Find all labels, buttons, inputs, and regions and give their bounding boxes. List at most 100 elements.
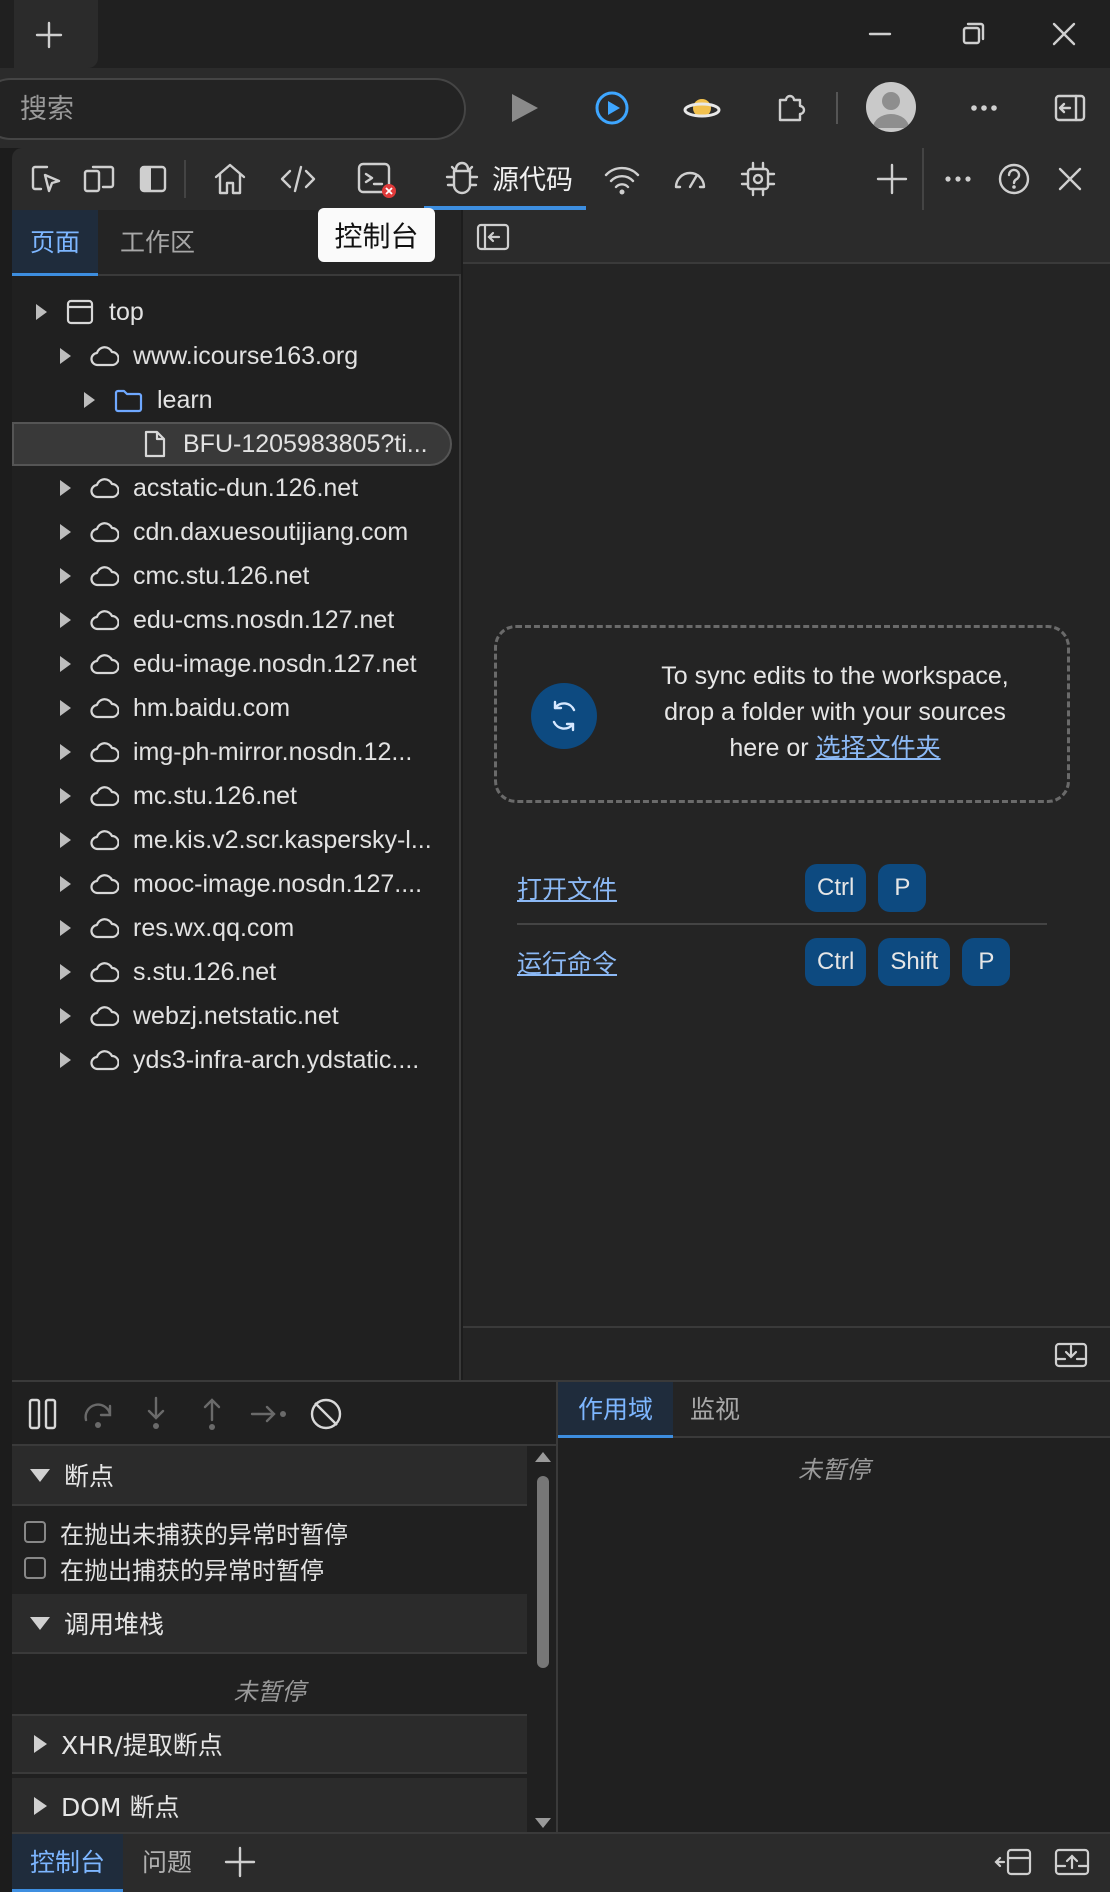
expand-arrow-icon[interactable] bbox=[60, 612, 71, 628]
tab-workspace[interactable]: 工作区 bbox=[102, 210, 213, 276]
step-over-button[interactable] bbox=[80, 1394, 120, 1434]
devtools-menu-button[interactable] bbox=[930, 148, 986, 210]
play-button[interactable] bbox=[502, 86, 546, 130]
pause-caught-option[interactable]: 在抛出捕获的异常时暂停 bbox=[24, 1550, 324, 1586]
cloud-icon bbox=[90, 1006, 119, 1027]
expand-arrow-icon[interactable] bbox=[60, 920, 71, 936]
debugger-scrollbar[interactable] bbox=[530, 1446, 556, 1834]
planet-extension-button[interactable] bbox=[680, 86, 724, 130]
expand-arrow-icon[interactable] bbox=[60, 1052, 71, 1068]
tab-sources[interactable]: 源代码 bbox=[424, 148, 586, 210]
run-command-link[interactable]: 运行命令 bbox=[517, 944, 805, 980]
dom-breakpoints-header[interactable]: DOM 断点 bbox=[12, 1778, 527, 1834]
expand-arrow-icon[interactable] bbox=[60, 480, 71, 496]
step-out-button[interactable] bbox=[192, 1394, 232, 1434]
tree-item[interactable]: img-ph-mirror.nosdn.12... bbox=[12, 730, 461, 774]
tree-item[interactable]: edu-cms.nosdn.127.net bbox=[12, 598, 461, 642]
dock-drawer-button[interactable] bbox=[994, 1844, 1034, 1880]
tab-watch[interactable]: 监视 bbox=[670, 1382, 760, 1438]
tab-welcome[interactable] bbox=[198, 148, 262, 210]
expand-arrow-icon[interactable] bbox=[60, 744, 71, 760]
search-box[interactable] bbox=[0, 78, 466, 140]
breakpoints-section-header[interactable]: 断点 bbox=[12, 1446, 527, 1506]
drawer-tab-issues[interactable]: 问题 bbox=[124, 1834, 210, 1892]
tree-item-selected[interactable]: BFU-1205983805?ti... bbox=[12, 422, 452, 466]
toggle-navigator-button[interactable] bbox=[475, 220, 511, 254]
expand-arrow-icon[interactable] bbox=[60, 964, 71, 980]
add-drawer-tab-button[interactable] bbox=[222, 1844, 258, 1880]
device-emulation-button[interactable] bbox=[74, 148, 124, 210]
xhr-breakpoints-header[interactable]: XHR/提取断点 bbox=[12, 1714, 527, 1774]
tab-elements[interactable] bbox=[266, 148, 330, 210]
pause-uncaught-option[interactable]: 在抛出未捕获的异常时暂停 bbox=[24, 1514, 348, 1550]
tree-item[interactable]: webzj.netstatic.net bbox=[12, 994, 461, 1038]
step-button[interactable] bbox=[248, 1394, 292, 1434]
tab-console[interactable] bbox=[342, 148, 410, 210]
tree-item[interactable]: mooc-image.nosdn.127.... bbox=[12, 862, 461, 906]
expand-arrow-icon[interactable] bbox=[60, 348, 71, 364]
scrollbar-thumb[interactable] bbox=[537, 1476, 549, 1668]
expand-arrow-icon[interactable] bbox=[60, 832, 71, 848]
tree-item[interactable]: cdn.daxuesoutijiang.com bbox=[12, 510, 461, 554]
close-drawer-button[interactable] bbox=[1052, 1844, 1092, 1880]
expand-arrow-icon[interactable] bbox=[60, 788, 71, 804]
search-input[interactable] bbox=[20, 80, 440, 138]
workspace-drop-zone[interactable]: To sync edits to the workspace, drop a f… bbox=[494, 625, 1070, 803]
tree-item[interactable]: www.icourse163.org bbox=[12, 334, 461, 378]
more-menu-button[interactable] bbox=[962, 86, 1006, 130]
shortcut-divider bbox=[517, 923, 1047, 925]
gauge-icon bbox=[674, 171, 706, 189]
step-into-button[interactable] bbox=[136, 1394, 176, 1434]
select-folder-link[interactable]: 选择文件夹 bbox=[816, 733, 941, 762]
drop-line-3-prefix: here or bbox=[729, 734, 816, 762]
tree-item[interactable]: learn bbox=[12, 378, 461, 422]
tree-item[interactable]: s.stu.126.net bbox=[12, 950, 461, 994]
expand-arrow-icon[interactable] bbox=[60, 1008, 71, 1024]
pause-resume-button[interactable] bbox=[24, 1394, 64, 1434]
tab-network[interactable] bbox=[590, 148, 654, 210]
media-extension-button[interactable] bbox=[590, 86, 634, 130]
tree-item-label: edu-image.nosdn.127.net bbox=[133, 649, 417, 678]
tree-item[interactable]: res.wx.qq.com bbox=[12, 906, 461, 950]
drawer-tab-console[interactable]: 控制台 bbox=[12, 1834, 124, 1892]
scope-not-paused: 未暂停 bbox=[798, 1456, 870, 1484]
tree-item[interactable]: mc.stu.126.net bbox=[12, 774, 461, 818]
minimize-button[interactable] bbox=[860, 14, 900, 54]
new-tab-button[interactable] bbox=[14, 0, 98, 68]
tab-memory[interactable] bbox=[726, 148, 790, 210]
save-drawer-button[interactable] bbox=[1053, 1338, 1089, 1372]
expand-arrow-icon[interactable] bbox=[60, 700, 71, 716]
dock-side-button[interactable] bbox=[128, 148, 178, 210]
more-tools-button[interactable] bbox=[860, 148, 924, 210]
profile-avatar-button[interactable] bbox=[866, 82, 916, 132]
editor-area: To sync edits to the workspace, drop a f… bbox=[463, 210, 1110, 1380]
extensions-button[interactable] bbox=[768, 86, 812, 130]
callstack-section-header[interactable]: 调用堆栈 bbox=[12, 1594, 527, 1654]
tab-page[interactable]: 页面 bbox=[12, 210, 99, 276]
expand-arrow-icon[interactable] bbox=[60, 568, 71, 584]
deactivate-breakpoints-button[interactable] bbox=[306, 1394, 346, 1434]
tree-item[interactable]: edu-image.nosdn.127.net bbox=[12, 642, 461, 686]
tree-item[interactable]: top bbox=[12, 290, 461, 334]
expand-arrow-icon[interactable] bbox=[84, 392, 95, 408]
tab-scope[interactable]: 作用域 bbox=[558, 1382, 674, 1438]
inspect-element-button[interactable] bbox=[20, 148, 70, 210]
pause-caught-checkbox[interactable] bbox=[24, 1557, 46, 1579]
restore-button[interactable] bbox=[953, 14, 993, 54]
help-button[interactable] bbox=[986, 148, 1042, 210]
pause-uncaught-checkbox[interactable] bbox=[24, 1521, 46, 1543]
tree-item[interactable]: hm.baidu.com bbox=[12, 686, 461, 730]
open-file-link[interactable]: 打开文件 bbox=[517, 870, 805, 906]
tree-item[interactable]: acstatic-dun.126.net bbox=[12, 466, 461, 510]
tab-performance[interactable] bbox=[658, 148, 722, 210]
expand-arrow-icon[interactable] bbox=[60, 524, 71, 540]
tree-item[interactable]: yds3-infra-arch.ydstatic.... bbox=[12, 1038, 461, 1082]
tree-item[interactable]: me.kis.v2.scr.kaspersky-l... bbox=[12, 818, 461, 862]
tree-item[interactable]: cmc.stu.126.net bbox=[12, 554, 461, 598]
expand-arrow-icon[interactable] bbox=[36, 304, 47, 320]
sidebar-toggle-button[interactable] bbox=[1048, 86, 1092, 130]
close-window-button[interactable] bbox=[1044, 14, 1084, 54]
expand-arrow-icon[interactable] bbox=[60, 656, 71, 672]
expand-arrow-icon[interactable] bbox=[60, 876, 71, 892]
close-devtools-button[interactable] bbox=[1042, 148, 1098, 210]
